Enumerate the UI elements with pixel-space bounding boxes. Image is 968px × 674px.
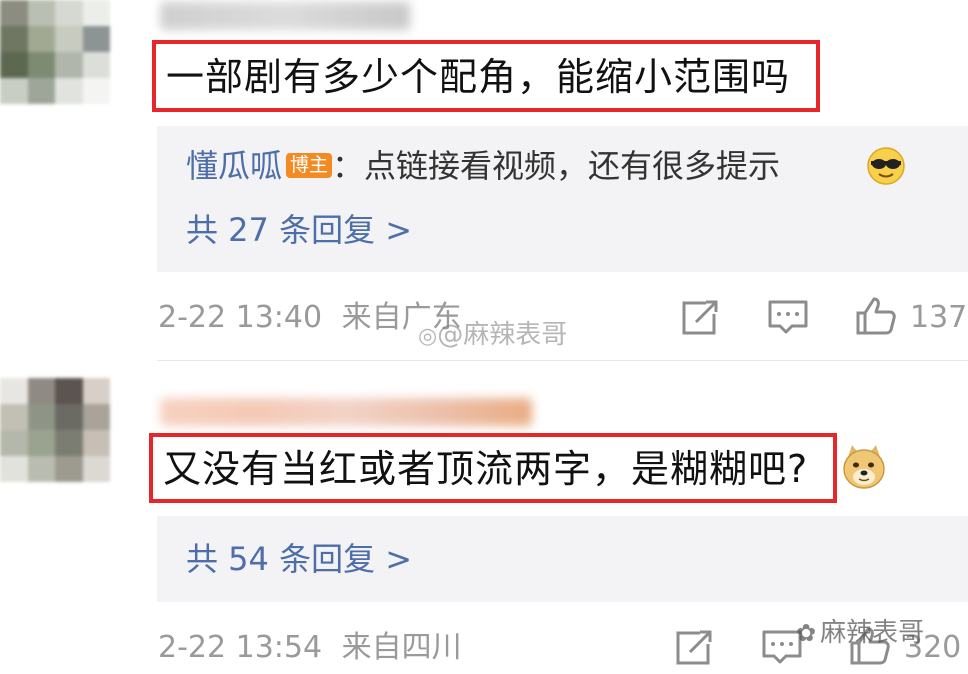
location: 来自四川	[341, 630, 462, 665]
weibo-logo-icon: ◎	[418, 324, 438, 349]
share-icon[interactable]	[678, 298, 722, 338]
comment-meta: 2-22 13:54 来自四川	[158, 633, 462, 663]
sunglasses-emoji-icon	[867, 147, 905, 185]
share-icon[interactable]	[672, 628, 716, 668]
comment-text: 一部剧有多少个配角，能缩小范围吗	[166, 55, 791, 99]
comment-icon[interactable]	[766, 298, 810, 338]
timestamp: 2-22 13:54	[158, 630, 323, 665]
thumbs-up-icon[interactable]	[854, 296, 898, 336]
wechat-logo-icon: ✿	[796, 619, 817, 647]
more-replies-link[interactable]: 共 27 条回复 >	[186, 214, 412, 246]
wechat-watermark: ✿ 麻辣表哥	[796, 618, 925, 648]
author-badge: 博主	[286, 153, 333, 178]
avatar[interactable]	[0, 0, 110, 104]
reply-text: 点链接看视频，还有很多提示	[364, 147, 781, 185]
timestamp: 2-22 13:40	[158, 300, 323, 335]
more-replies-link[interactable]: 共 54 条回复 >	[186, 543, 412, 575]
weibo-watermark: ◎@麻辣表哥	[418, 320, 568, 350]
username[interactable]	[160, 2, 410, 30]
comment-meta: 2-22 13:40 来自广东	[158, 303, 462, 333]
username[interactable]	[160, 398, 532, 426]
divider	[157, 360, 968, 361]
like-count: 137	[910, 300, 968, 335]
comment-text: 又没有当红或者顶流两字，是糊糊吧?	[163, 447, 809, 491]
doge-emoji-icon	[843, 445, 885, 489]
avatar[interactable]	[0, 378, 110, 482]
reply-separator: ：	[332, 147, 365, 185]
reply-preview[interactable]: 懂瓜呱 博主 ：点链接看视频，还有很多提示	[186, 150, 780, 182]
reply-author[interactable]: 懂瓜呱	[186, 147, 282, 185]
